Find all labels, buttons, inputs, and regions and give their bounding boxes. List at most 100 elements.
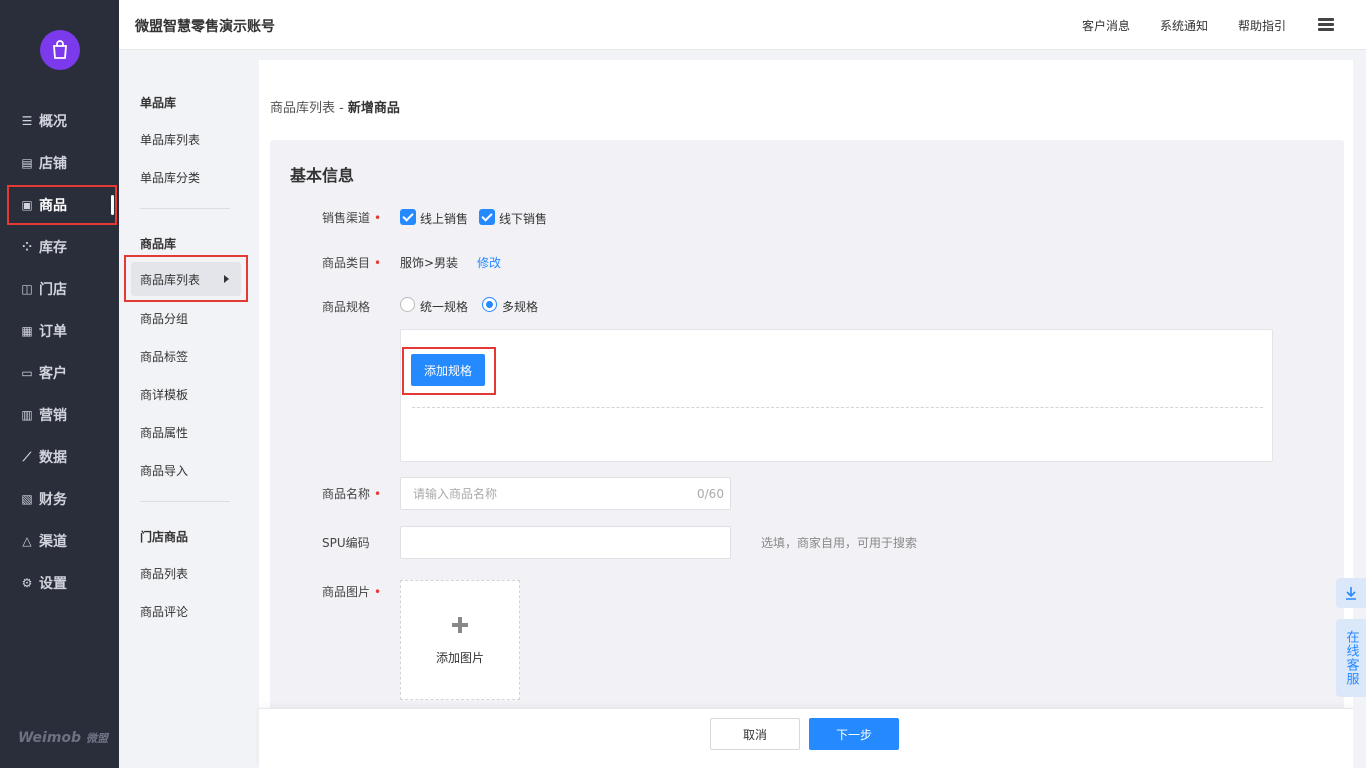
submenu-item-product-import[interactable]: 商品导入 [140,462,188,479]
submenu-group-title: 商品库 [140,237,177,251]
submenu-item-product-group[interactable]: 商品分组 [140,310,188,327]
download-icon[interactable] [1336,578,1366,608]
sales-channel-label: 销售渠道 • [322,209,381,226]
cancel-button[interactable]: 取消 [710,718,800,750]
nav-item-finance[interactable]: ▧ 财务 [20,488,110,510]
breadcrumb-current: 新增商品 [347,101,400,116]
inventory-icon: ⁘ [21,240,33,254]
product-name-label: 商品名称 • [322,485,381,502]
dashed-divider [412,407,1263,408]
nav-item-overview[interactable]: ☰ 概况 [20,110,110,132]
customer-messages-link[interactable]: 客户消息 [1082,17,1130,34]
nav-label: 渠道 [39,534,67,550]
submenu-item-label: 商品库列表 [140,272,201,287]
channel-icon: △ [22,534,32,548]
account-title: 微盟智慧零售演示账号 [135,19,275,35]
breadcrumb-parent[interactable]: 商品库列表 - [270,101,344,116]
nav-item-shop[interactable]: ◫ 门店 [20,278,110,300]
online-service-button[interactable]: 在线客服 [1336,619,1366,697]
breadcrumb: 商品库列表 - 新增商品 [270,97,400,116]
help-guide-link[interactable]: 帮助指引 [1238,17,1286,34]
main-panel: 商品库列表 - 新增商品 基本信息 销售渠道 • 线上销售 线下销售 商品类目 • 服… [259,60,1353,768]
system-notice-link[interactable]: 系统通知 [1160,17,1208,34]
offline-sales-checkbox[interactable] [479,209,495,225]
submenu-group-title: 单品库 [140,96,177,110]
label-text: 商品图片 [322,585,371,599]
nav-item-settings[interactable]: ⚙ 设置 [20,572,110,594]
submenu-item-product-attr[interactable]: 商品属性 [140,424,188,441]
multi-spec-label: 多规格 [502,300,539,314]
brand-name: Weimob [18,730,82,746]
multi-spec-radio[interactable] [482,297,497,312]
brand-name-cn: 微盟 [85,732,108,745]
submenu-item-store-product-list[interactable]: 商品列表 [140,565,188,582]
nav-label: 数据 [39,450,67,466]
nav-item-data[interactable]: ⟋ 数据 [20,446,110,468]
nav-item-store[interactable]: ▤ 店铺 [20,152,110,174]
section-title: 基本信息 [290,166,355,185]
edit-category-link[interactable]: 修改 [477,254,501,271]
shop-icon: ◫ [21,282,33,296]
submenu-item-product-tag[interactable]: 商品标签 [140,348,188,365]
category-value: 服饰>男装 [400,256,459,270]
submenu-item-single-list[interactable]: 单品库列表 [140,131,200,148]
add-image-upload[interactable]: 添加图片 [400,580,520,700]
nav-label: 客户 [39,366,67,382]
label-text: 商品类目 [322,256,371,270]
divider [140,501,230,502]
required-mark: • [374,487,382,501]
customer-icon: ▭ [21,366,33,380]
submenu-item-product-review[interactable]: 商品评论 [140,603,188,620]
nav-label: 财务 [39,492,67,508]
nav-item-channel[interactable]: △ 渠道 [20,530,110,552]
offline-sales-label: 线下销售 [499,212,548,226]
basic-info-section: 基本信息 销售渠道 • 线上销售 线下销售 商品类目 • 服饰>男装 修改 商品规格… [270,140,1344,768]
product-images-label: 商品图片 • [322,583,381,600]
required-mark: • [374,585,382,599]
submenu-item-detail-template[interactable]: 商详模板 [140,386,188,403]
nav-item-customer[interactable]: ▭ 客户 [20,362,110,384]
nav-item-product[interactable]: ▣ 商品 [20,194,114,216]
nav-item-marketing[interactable]: ▥ 营销 [20,404,110,426]
settings-icon: ⚙ [21,576,33,590]
secondary-menu: 单品库 单品库列表 单品库分类 商品库 商品库列表 商品分组 商品标签 商详模板… [119,50,259,768]
nav-label: 概况 [39,114,67,130]
spu-hint: 选填，商家自用，可用于搜索 [761,536,918,550]
spec-label: 商品规格 [322,300,371,314]
data-icon: ⟋ [22,449,32,464]
nav-label: 商品 [39,198,67,214]
marketing-icon: ▥ [21,408,33,422]
top-header: 微盟智慧零售演示账号 客户消息 系统通知 帮助指引 [119,0,1366,50]
nav-item-order[interactable]: ▦ 订单 [20,320,110,342]
order-icon: ▦ [21,324,33,338]
divider [140,208,230,209]
plus-icon [452,617,468,633]
product-icon: ▣ [21,198,33,212]
submenu-item-product-list[interactable]: 商品库列表 [131,262,241,296]
hamburger-menu-icon[interactable] [1318,18,1334,32]
add-spec-button[interactable]: 添加规格 [411,354,485,386]
spu-code-label: SPU编码 [322,536,370,550]
shopping-bag-icon [53,40,67,59]
online-service-label: 在线客服 [1343,630,1359,686]
online-sales-checkbox[interactable] [400,209,416,225]
product-name-input[interactable] [400,477,731,510]
name-char-counter: 0/60 [697,487,724,501]
uniform-spec-radio[interactable] [400,297,415,312]
online-sales-label: 线上销售 [420,212,469,226]
finance-icon: ▧ [21,492,33,506]
nav-label: 店铺 [39,156,67,172]
overview-icon: ☰ [21,114,33,128]
nav-item-inventory[interactable]: ⁘ 库存 [20,236,110,258]
label-text: 销售渠道 [322,211,371,225]
store-logo[interactable] [40,30,80,70]
submenu-item-single-category[interactable]: 单品库分类 [140,169,200,186]
nav-label: 营销 [39,408,67,424]
caret-right-icon [224,275,229,283]
nav-label: 订单 [39,324,67,340]
next-step-button[interactable]: 下一步 [809,718,899,750]
required-mark: • [374,256,382,270]
spu-code-input[interactable] [400,526,731,559]
submenu-group-title: 门店商品 [140,530,189,544]
nav-label: 设置 [39,576,67,592]
